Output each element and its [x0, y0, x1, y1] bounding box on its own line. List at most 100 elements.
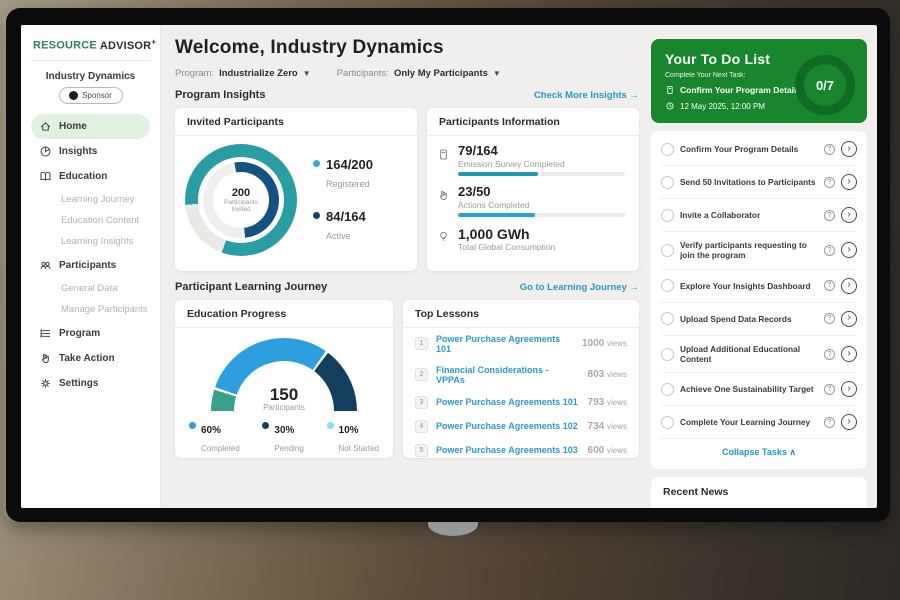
legend-completed: 60% Completed	[189, 420, 240, 456]
todo-progress-value: 0/7	[816, 78, 834, 93]
task-row: Explore Your Insights Dashboard ? ›	[661, 270, 857, 303]
chevron-down-icon: ▼	[493, 69, 501, 78]
sidebar-item-settings[interactable]: Settings	[31, 371, 150, 396]
task-label[interactable]: Upload Additional Educational Content	[680, 344, 818, 365]
gauge-legend: 60% Completed 30% Pending 10%	[175, 414, 393, 456]
task-checkbox[interactable]	[661, 312, 674, 325]
lesson-link[interactable]: Power Purchase Agreements 101	[436, 397, 580, 407]
lesson-link[interactable]: Power Purchase Agreements 101	[436, 334, 574, 354]
task-label[interactable]: Confirm Your Program Details	[680, 144, 818, 154]
chevron-right-button[interactable]: ›	[841, 242, 857, 258]
sidebar-item-general-data[interactable]: General Data	[31, 278, 150, 299]
chevron-right-button[interactable]: ›	[841, 278, 857, 294]
help-icon[interactable]: ?	[824, 417, 835, 428]
clock-icon	[665, 101, 675, 111]
logo-primary: RESOURCE	[33, 40, 97, 52]
task-checkbox[interactable]	[661, 279, 674, 292]
task-checkbox[interactable]	[661, 416, 674, 429]
collapse-tasks-link[interactable]: Collapse Tasks ∧	[661, 439, 857, 467]
task-row: Invite a Collaborator ? ›	[661, 199, 857, 232]
sidebar-item-education[interactable]: Education	[31, 164, 150, 189]
task-label[interactable]: Verify participants requesting to join t…	[680, 240, 818, 261]
task-checkbox[interactable]	[661, 383, 674, 396]
help-icon[interactable]: ?	[824, 349, 835, 360]
card-title: Education Progress	[175, 300, 393, 328]
sidebar-item-home[interactable]: Home	[31, 114, 150, 139]
todo-progress-ring: 0/7	[795, 55, 855, 115]
help-icon[interactable]: ?	[824, 280, 835, 291]
sponsor-icon	[69, 91, 78, 100]
participants-filter-value: Only My Participants	[394, 68, 488, 79]
arrow-right-icon: →	[630, 90, 640, 101]
task-row: Complete Your Learning Journey ? ›	[661, 406, 857, 439]
sidebar-item-label: Settings	[59, 378, 98, 389]
sidebar-item-manage-participants[interactable]: Manage Participants	[31, 299, 150, 320]
chevron-right-button[interactable]: ›	[841, 381, 857, 397]
donut-center-label: 200 Participants Invited	[185, 144, 297, 256]
check-more-insights-link[interactable]: Check More Insights →	[534, 90, 639, 101]
chevron-right-button[interactable]: ›	[841, 174, 857, 190]
sidebar-item-participants[interactable]: Participants	[31, 253, 150, 278]
page-title: Welcome, Industry Dynamics	[175, 37, 639, 59]
filters-row: Program: Industrialize Zero ▼ Participan…	[175, 68, 639, 79]
sidebar-item-take-action[interactable]: Take Action	[31, 346, 150, 371]
chevron-right-button[interactable]: ›	[841, 141, 857, 157]
emission-progress-fill	[458, 172, 538, 176]
education-progress-card: Education Progress 150 Participants 60%	[175, 300, 393, 458]
sidebar-item-learning-insights[interactable]: Learning Insights	[31, 231, 150, 252]
sidebar-item-learning-journey[interactable]: Learning Journey	[31, 189, 150, 210]
program-filter[interactable]: Program: Industrialize Zero ▼	[175, 68, 311, 79]
emission-survey-metric: 79/164 Emission Survey Completed	[437, 144, 625, 176]
task-label[interactable]: Invite a Collaborator	[680, 210, 818, 220]
invited-count: 200	[232, 187, 250, 199]
card-title: Participants Information	[427, 108, 639, 136]
help-icon[interactable]: ?	[824, 384, 835, 395]
lesson-row: 1 Power Purchase Agreements 101 1000 vie…	[403, 328, 639, 359]
sidebar-item-program[interactable]: Program	[31, 321, 150, 346]
task-checkbox[interactable]	[661, 143, 674, 156]
chevron-right-button[interactable]: ›	[841, 207, 857, 223]
sidebar-item-insights[interactable]: Insights	[31, 139, 150, 164]
task-label[interactable]: Achieve One Sustainability Target	[680, 384, 818, 394]
lesson-rank: 3	[415, 396, 428, 409]
help-icon[interactable]: ?	[824, 245, 835, 256]
education-gauge-chart: 150 Participants	[211, 338, 357, 412]
participants-filter[interactable]: Participants: Only My Participants ▼	[337, 68, 501, 79]
not-started-dot	[327, 422, 334, 429]
lesson-link[interactable]: Financial Considerations - VPPAs	[436, 365, 580, 385]
learning-cards-row: Education Progress 150 Participants 60%	[175, 300, 639, 458]
chevron-right-button[interactable]: ›	[841, 311, 857, 327]
legend-not-started: 10% Not Started	[327, 420, 379, 456]
task-checkbox[interactable]	[661, 348, 674, 361]
task-row: Achieve One Sustainability Target ? ›	[661, 373, 857, 406]
chevron-right-button[interactable]: ›	[841, 414, 857, 430]
lesson-link[interactable]: Power Purchase Agreements 103	[436, 445, 580, 455]
task-label[interactable]: Send 50 Invitations to Participants	[680, 177, 818, 187]
task-label[interactable]: Upload Spend Data Records	[680, 314, 818, 324]
chevron-right-button[interactable]: ›	[841, 346, 857, 362]
book-icon	[39, 170, 52, 183]
sidebar-item-label: Take Action	[59, 353, 115, 364]
lesson-rank: 2	[415, 368, 428, 381]
help-icon[interactable]: ?	[824, 177, 835, 188]
task-checkbox[interactable]	[661, 209, 674, 222]
participants-information-card: Participants Information 79/164 Emission…	[427, 108, 639, 271]
legend-registered: 164/200 Registered	[313, 156, 373, 192]
help-icon[interactable]: ?	[824, 144, 835, 155]
task-label[interactable]: Complete Your Learning Journey	[680, 417, 818, 427]
invited-donut-chart: 200 Participants Invited	[185, 144, 297, 256]
document-icon	[665, 85, 675, 95]
top-lessons-card: Top Lessons 1 Power Purchase Agreements …	[403, 300, 639, 458]
help-icon[interactable]: ?	[824, 313, 835, 324]
task-label[interactable]: Explore Your Insights Dashboard	[680, 281, 818, 291]
lesson-rank: 1	[415, 337, 428, 350]
lesson-link[interactable]: Power Purchase Agreements 102	[436, 421, 580, 431]
sidebar-item-education-content[interactable]: Education Content	[31, 210, 150, 231]
task-checkbox[interactable]	[661, 176, 674, 189]
task-checkbox[interactable]	[661, 244, 674, 257]
insights-cards-row: Invited Participants 200 Participants In…	[175, 108, 639, 271]
todo-panel: Your To Do List Complete Your Next Task:…	[651, 25, 877, 508]
sponsor-badge[interactable]: Sponsor	[59, 87, 123, 104]
help-icon[interactable]: ?	[824, 210, 835, 221]
go-to-learning-journey-link[interactable]: Go to Learning Journey →	[520, 282, 639, 293]
